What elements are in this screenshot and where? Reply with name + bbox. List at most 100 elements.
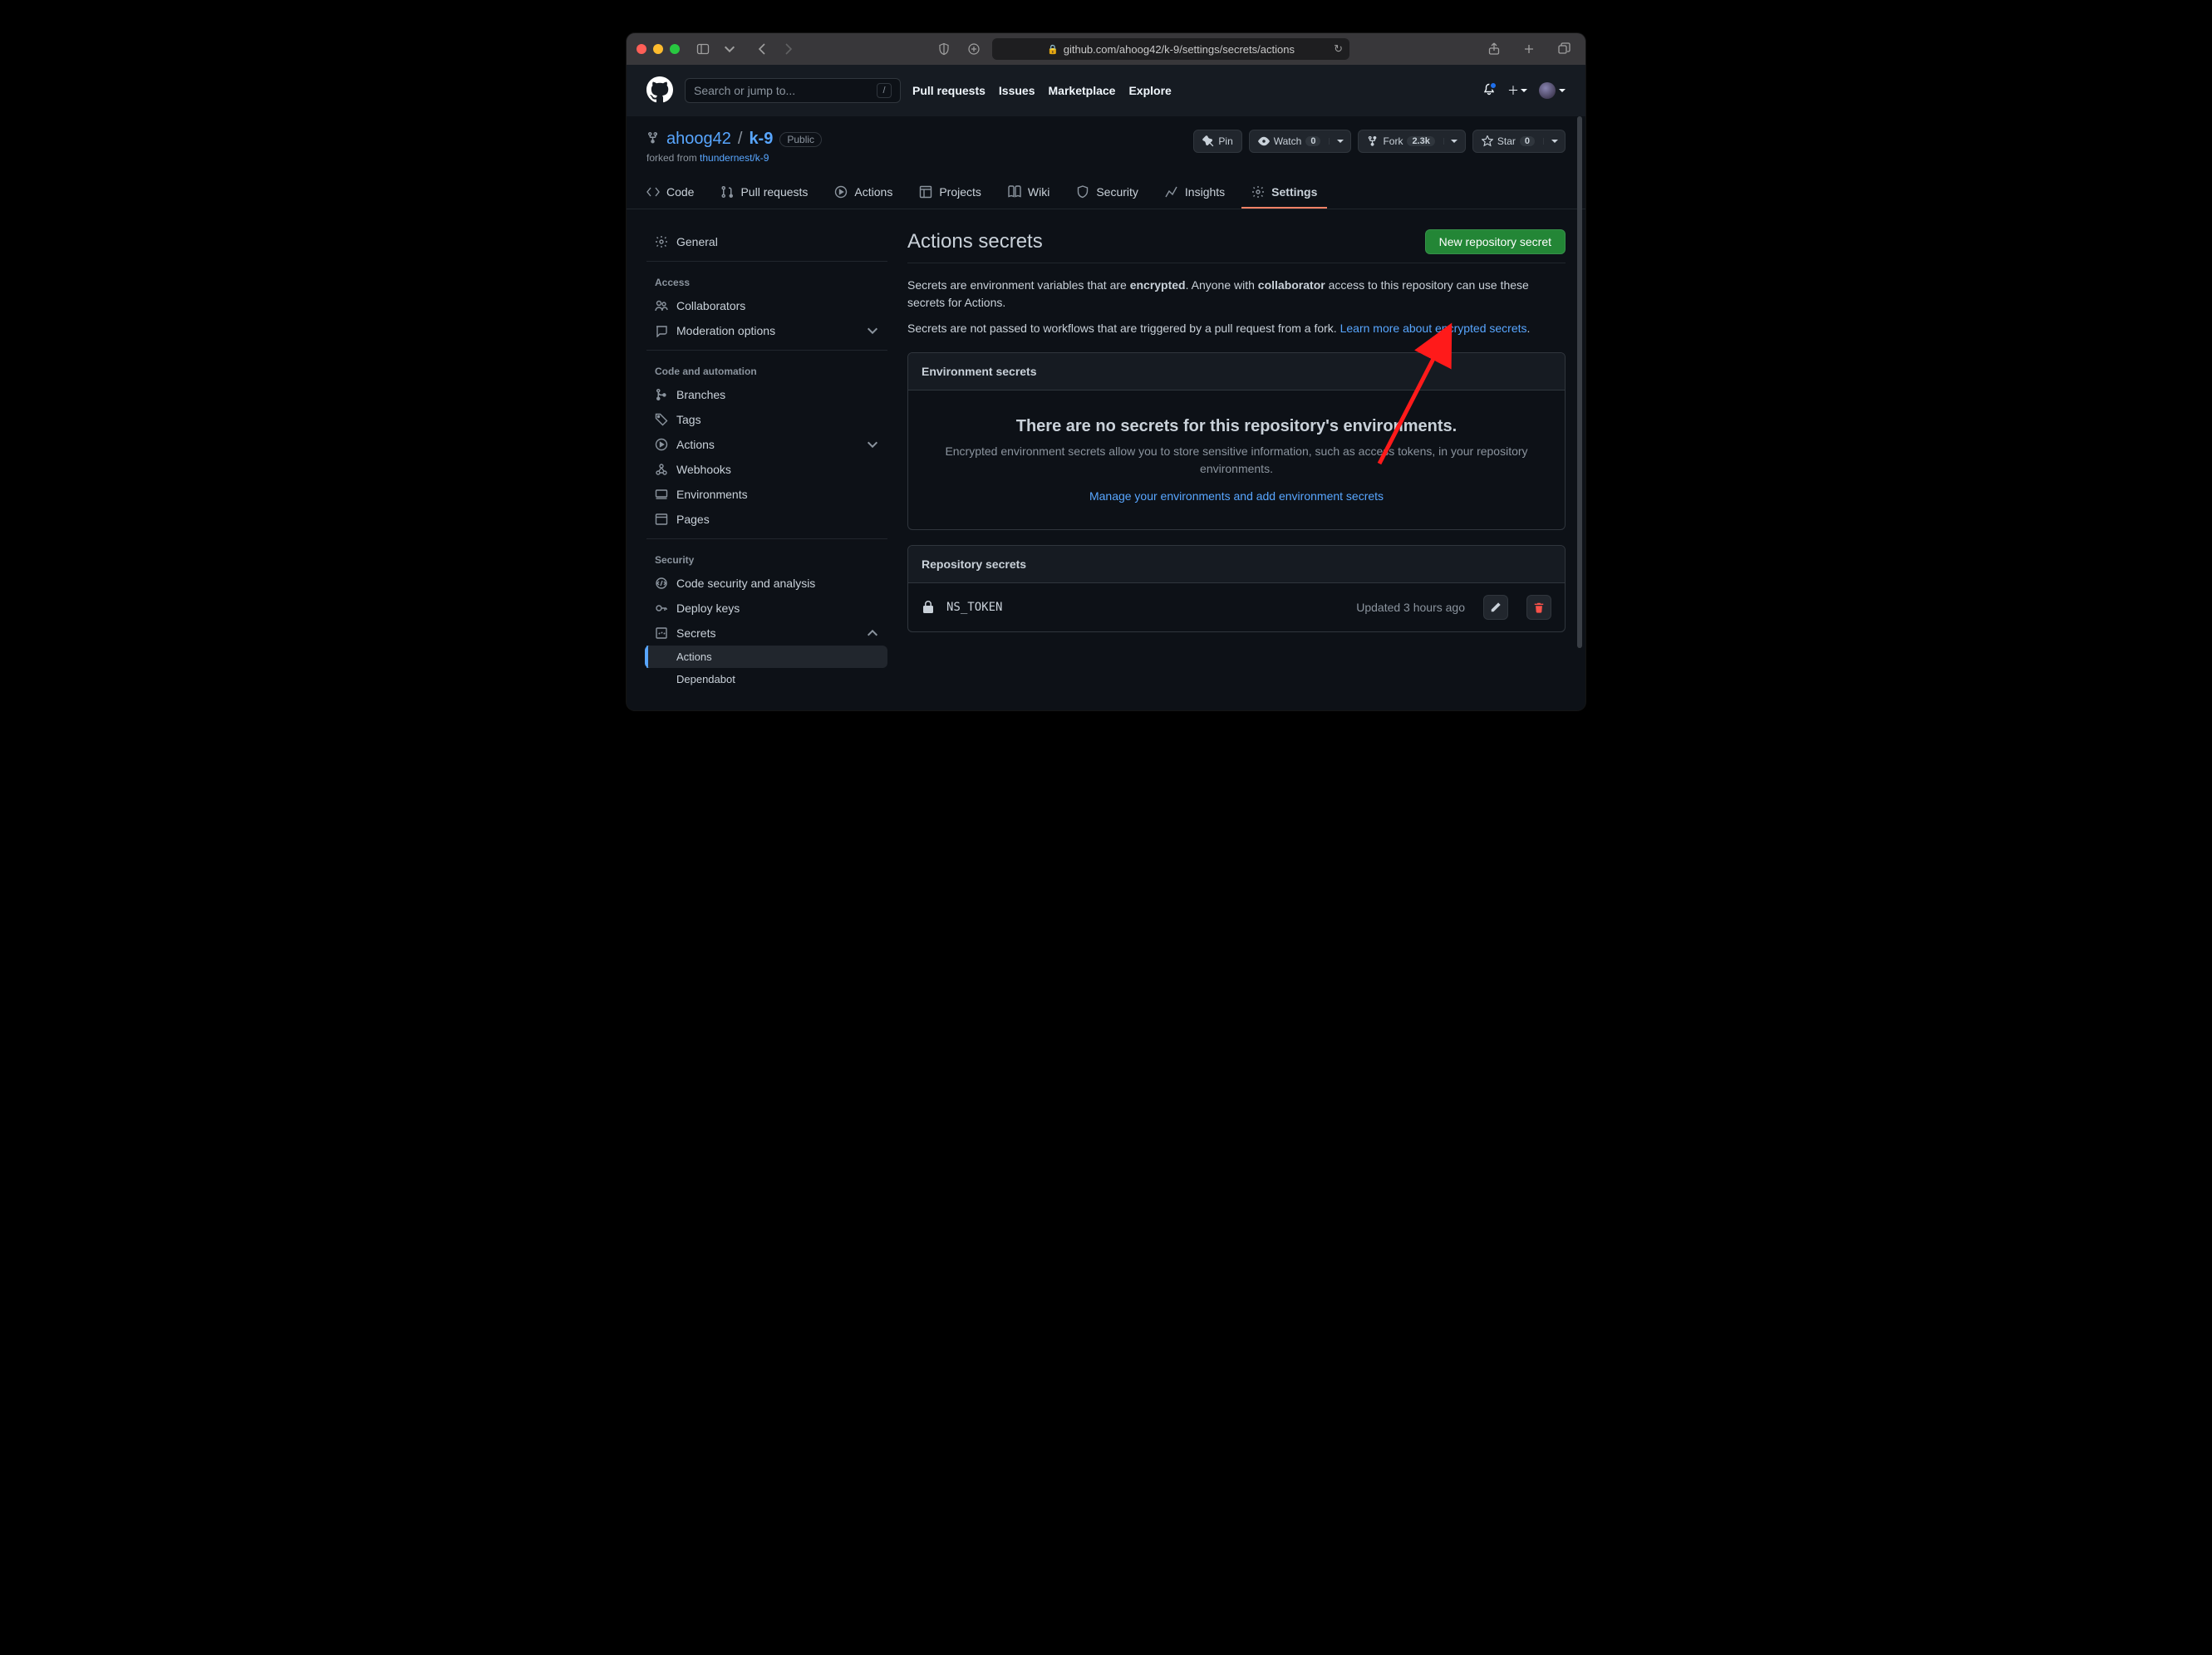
page-body: General Access Collaborators Moderation … [627,209,1585,710]
chevron-down-icon [866,438,879,451]
sidebar-item-moderation[interactable]: Moderation options [646,318,887,343]
fork-icon [646,131,660,147]
delete-secret-button[interactable] [1526,595,1551,620]
tab-pull-requests[interactable]: Pull requests [710,177,818,209]
address-bar[interactable]: 🔒 github.com/ahoog42/k-9/settings/secret… [992,38,1349,60]
minimize-window[interactable] [653,44,663,54]
sidebar-item-environments[interactable]: Environments [646,482,887,507]
lock-icon: 🔒 [1047,44,1059,55]
path-separator: / [738,130,743,149]
close-window[interactable] [637,44,646,54]
divider [646,538,887,539]
sidebar-sub-dependabot[interactable]: Dependabot [646,668,887,690]
new-tab-icon[interactable] [1517,39,1541,59]
sidebar-section-access: Access [646,268,887,293]
sidebar-item-tags[interactable]: Tags [646,407,887,432]
scrollbar[interactable] [1577,116,1582,707]
sidebar-sub-actions[interactable]: Actions [645,646,887,668]
main-content: Actions secrets New repository secret Se… [907,229,1566,690]
sidebar-item-secrets[interactable]: Secrets [646,621,887,646]
env-empty-desc: Encrypted environment secrets allow you … [928,443,1545,478]
share-icon[interactable] [1482,39,1506,59]
shield-icon[interactable] [932,39,956,59]
page-title: Actions secrets [907,230,1043,253]
search-input[interactable]: Search or jump to... / [685,78,901,103]
url-text: github.com/ahoog42/k-9/settings/secrets/… [1064,43,1295,56]
pin-button[interactable]: Pin [1193,130,1241,153]
notification-dot [1489,81,1497,90]
github-logo-icon[interactable] [646,76,673,106]
sidebar-item-deploy-keys[interactable]: Deploy keys [646,596,887,621]
notifications-icon[interactable] [1482,83,1496,99]
repo-owner-link[interactable]: ahoog42 [666,130,731,149]
sidebar-item-general[interactable]: General [646,229,887,254]
chevron-up-icon [866,626,879,640]
sidebar-item-collaborators[interactable]: Collaborators [646,293,887,318]
sidebar-item-actions[interactable]: Actions [646,432,887,457]
tab-insights[interactable]: Insights [1155,177,1235,209]
nav-pull-requests[interactable]: Pull requests [912,84,986,97]
repo-header: ahoog42 / k-9 Public forked from thunder… [627,116,1585,177]
sidebar-item-branches[interactable]: Branches [646,382,887,407]
star-dropdown[interactable] [1543,138,1565,145]
repository-secrets-box: Repository secrets NS_TOKEN Updated 3 ho… [907,545,1566,632]
env-box-title: Environment secrets [908,353,1565,390]
tabs-icon[interactable] [1552,39,1575,59]
tab-settings[interactable]: Settings [1241,177,1327,209]
description-2: Secrets are not passed to workflows that… [907,320,1566,337]
sidebar-section-code: Code and automation [646,357,887,382]
sidebar-item-pages[interactable]: Pages [646,507,887,532]
tab-security[interactable]: Security [1066,177,1148,209]
star-button[interactable]: Star 0 [1472,130,1566,153]
forked-from-line: forked from thundernest/k-9 [646,152,822,164]
slash-key-hint: / [877,83,892,98]
text-size-icon[interactable] [962,39,986,59]
watch-button[interactable]: Watch 0 [1249,130,1352,153]
forked-from-link[interactable]: thundernest/k-9 [700,152,769,164]
tab-actions[interactable]: Actions [824,177,902,209]
user-menu[interactable] [1539,82,1566,99]
repo-name-link[interactable]: k-9 [749,130,773,149]
sidebar-item-webhooks[interactable]: Webhooks [646,457,887,482]
settings-sidebar: General Access Collaborators Moderation … [646,229,887,690]
maximize-window[interactable] [670,44,680,54]
tab-wiki[interactable]: Wiki [998,177,1059,209]
primary-nav: Pull requests Issues Marketplace Explore [912,84,1172,97]
visibility-badge: Public [779,132,822,147]
environment-secrets-box: Environment secrets There are no secrets… [907,352,1566,530]
learn-more-link[interactable]: Learn more about encrypted secrets [1340,322,1527,335]
secret-updated: Updated 3 hours ago [1356,601,1465,614]
sidebar-item-code-security[interactable]: Code security and analysis [646,571,887,596]
nav-explore[interactable]: Explore [1128,84,1171,97]
sidebar-section-security: Security [646,546,887,571]
manage-environments-link[interactable]: Manage your environments and add environ… [1089,489,1384,503]
tab-code[interactable]: Code [637,177,704,209]
browser-window: 🔒 github.com/ahoog42/k-9/settings/secret… [627,33,1585,710]
secret-row: NS_TOKEN Updated 3 hours ago [908,583,1565,631]
window-controls [637,44,680,54]
reload-icon[interactable]: ↻ [1334,42,1343,56]
chevron-down-icon [866,324,879,337]
chevron-down-icon[interactable] [723,39,736,59]
nav-issues[interactable]: Issues [999,84,1035,97]
create-new-dropdown[interactable]: ＋ [1507,82,1527,99]
back-button[interactable] [751,39,774,59]
repo-tabs: Code Pull requests Actions Projects Wiki… [627,177,1585,209]
nav-marketplace[interactable]: Marketplace [1049,84,1116,97]
edit-secret-button[interactable] [1483,595,1508,620]
avatar-icon [1539,82,1556,99]
safari-toolbar: 🔒 github.com/ahoog42/k-9/settings/secret… [627,33,1585,65]
fork-dropdown[interactable] [1443,138,1465,145]
fork-button[interactable]: Fork 2.3k [1358,130,1465,153]
scroll-thumb[interactable] [1577,116,1582,648]
watch-dropdown[interactable] [1329,138,1350,145]
new-repository-secret-button[interactable]: New repository secret [1425,229,1566,254]
repo-box-title: Repository secrets [908,546,1565,583]
sidebar-toggle-icon[interactable] [691,39,715,59]
github-header: Search or jump to... / Pull requests Iss… [627,65,1585,116]
tab-projects[interactable]: Projects [909,177,991,209]
divider [646,261,887,262]
divider [646,350,887,351]
secret-name: NS_TOKEN [946,601,1002,614]
description-1: Secrets are environment variables that a… [907,277,1566,312]
